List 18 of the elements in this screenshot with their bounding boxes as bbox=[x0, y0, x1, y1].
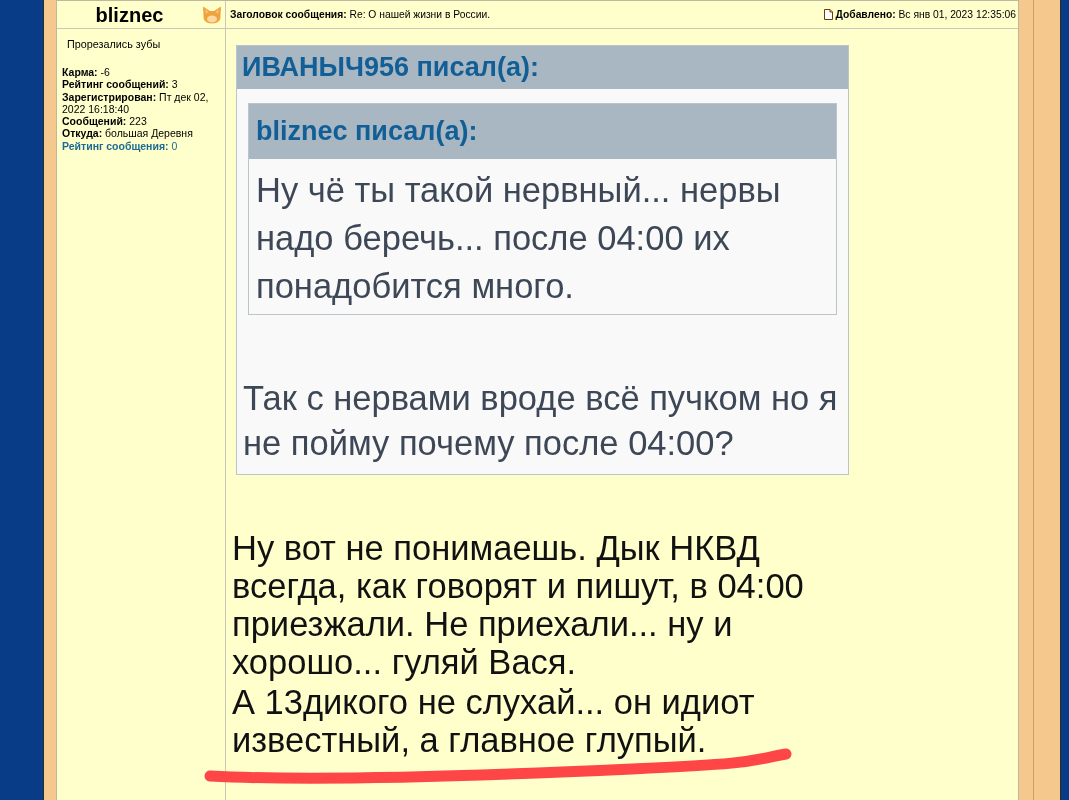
profile-field: Рейтинг сообщений: 3 bbox=[62, 78, 221, 91]
quote-text: Ну чё ты такой нервный... нервы надо беречь... после 04:00 их понадобится много. bbox=[256, 170, 782, 307]
quote-header: bliznec писал(а): bbox=[249, 104, 836, 159]
user-rank: Прорезались зубы bbox=[66, 38, 161, 50]
quote-text: Так с нервами вроде всё пучком но я не пойму почему после 04:00? bbox=[243, 378, 839, 464]
reply-text: А 13дикого не слухай... он идиот известный, а главное глупый. bbox=[232, 683, 756, 759]
document-icon bbox=[823, 9, 833, 20]
profile-field: Карма: -6 bbox=[62, 66, 221, 79]
profile-field: Откуда: большая Деревня bbox=[62, 127, 221, 140]
cat-face-icon bbox=[202, 5, 222, 24]
quote-header: ИВАНЫЧ956 писал(а): bbox=[237, 46, 848, 89]
profile-field: Сообщений: 223 bbox=[62, 115, 221, 128]
message-subject: Заголовок сообщения: Re: О нашей жизни в России. bbox=[230, 9, 491, 20]
author-name[interactable]: bliznec bbox=[95, 2, 164, 27]
post-date: Добавлено: Вс янв 01, 2023 12:35:06 bbox=[835, 9, 1016, 20]
profile-field: Зарегистрирован: Пт дек 02, 2022 16:18:40 bbox=[62, 90, 221, 116]
profile-field: Рейтинг сообщения: 0 bbox=[62, 139, 221, 153]
reply-text: Ну вот не понимаешь. Дык НКВД всегда, как говорят и пишут, в 04:00 приезжали. Не приехали... ну и хорошо... гуляй Вася. bbox=[232, 529, 805, 681]
